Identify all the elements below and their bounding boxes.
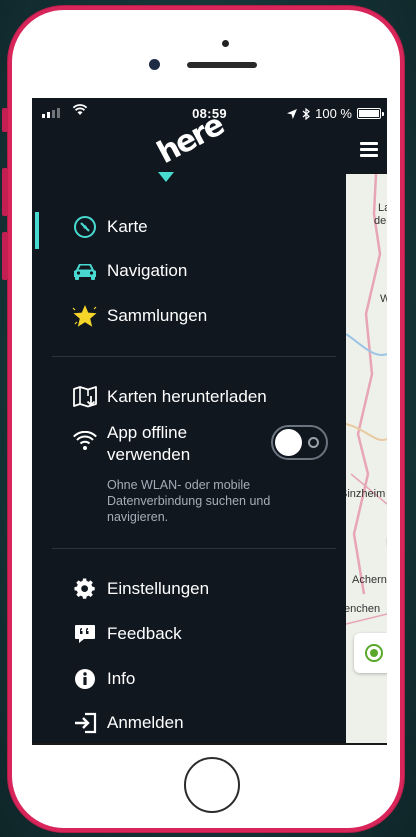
menu-item-info[interactable]: Info bbox=[72, 664, 135, 694]
map-label: Sinzheim bbox=[346, 488, 386, 500]
mute-switch bbox=[2, 108, 8, 132]
map-label: Achern bbox=[352, 574, 387, 586]
side-menu: here Karte Navigation Sammlungen Karten … bbox=[32, 108, 346, 743]
gear-icon bbox=[74, 578, 95, 599]
menu-item-label: Einstellungen bbox=[107, 579, 210, 598]
battery-icon bbox=[357, 108, 384, 119]
home-button[interactable] bbox=[184, 757, 240, 813]
menu-item-label: Navigation bbox=[107, 261, 188, 280]
active-indicator bbox=[35, 212, 39, 249]
menu-item-anmelden[interactable]: Anmelden bbox=[72, 708, 184, 738]
sensor-dot bbox=[222, 40, 229, 47]
compass-icon bbox=[74, 216, 96, 238]
map-download-icon bbox=[73, 386, 97, 408]
earpiece-speaker bbox=[187, 62, 257, 68]
menu-item-label: Feedback bbox=[107, 624, 182, 643]
map-label: der bbox=[374, 215, 387, 227]
offline-mode-toggle[interactable] bbox=[271, 425, 328, 460]
volume-down-button bbox=[2, 232, 8, 280]
menu-item-karte[interactable]: Karte bbox=[72, 212, 148, 242]
speech-bubble-icon bbox=[75, 625, 95, 643]
here-logo: here bbox=[152, 108, 229, 188]
map-label: La bbox=[378, 202, 387, 214]
menu-item-navigation[interactable]: Navigation bbox=[72, 256, 187, 286]
info-icon bbox=[75, 669, 95, 689]
screen-edge bbox=[32, 743, 387, 745]
menu-item-label: Info bbox=[107, 669, 136, 688]
menu-item-label: Sammlungen bbox=[107, 306, 208, 325]
phone-screen: 08:59 100 % La der Wo Sinzheim B Achern … bbox=[32, 98, 387, 743]
location-arrow-icon bbox=[287, 108, 298, 119]
sign-in-icon bbox=[75, 712, 97, 734]
menu-divider bbox=[52, 548, 336, 549]
menu-item-karten-herunterladen[interactable]: Karten herunterladen bbox=[72, 382, 267, 412]
volume-up-button bbox=[2, 168, 8, 216]
menu-item-einstellungen[interactable]: Einstellungen bbox=[72, 574, 209, 604]
menu-item-label: Karte bbox=[107, 217, 148, 236]
menu-item-label: Anmelden bbox=[107, 713, 184, 732]
locate-me-button[interactable] bbox=[354, 633, 387, 673]
battery-percent: 100 % bbox=[315, 106, 352, 121]
offline-mode-description: Ohne WLAN- oder mobile Datenverbindung s… bbox=[107, 478, 271, 524]
front-camera bbox=[149, 59, 160, 70]
map-label: Wo bbox=[380, 293, 387, 305]
wifi-icon bbox=[73, 431, 97, 450]
star-icon bbox=[72, 305, 97, 327]
offline-wifi-row bbox=[72, 426, 107, 456]
car-icon bbox=[74, 264, 96, 280]
menu-item-feedback[interactable]: Feedback bbox=[72, 619, 182, 649]
menu-item-sammlungen[interactable]: Sammlungen bbox=[72, 301, 207, 331]
offline-mode-label: App offline verwenden bbox=[107, 423, 191, 464]
menu-divider bbox=[52, 356, 336, 357]
map-label: B bbox=[386, 536, 387, 548]
hamburger-menu-icon[interactable] bbox=[360, 142, 378, 157]
menu-item-label: Karten herunterladen bbox=[107, 387, 267, 406]
map-label: enchen bbox=[346, 603, 381, 615]
bluetooth-icon bbox=[302, 107, 311, 120]
